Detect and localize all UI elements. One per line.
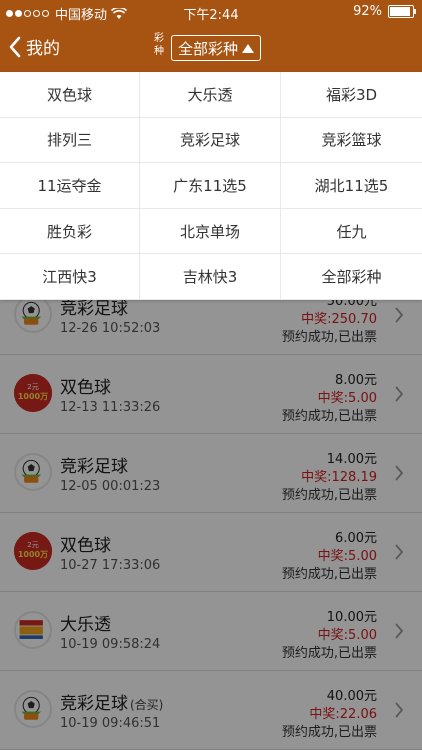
lottery-type-option[interactable]: 双色球 xyxy=(0,72,140,118)
lottery-type-option[interactable]: 江西快3 xyxy=(0,254,140,300)
lottery-type-option[interactable]: 排列三 xyxy=(0,117,140,164)
triangle-up-icon xyxy=(242,43,255,53)
lottery-type-option[interactable]: 竞彩足球 xyxy=(140,117,281,164)
chevron-left-icon xyxy=(9,36,21,57)
back-label: 我的 xyxy=(26,39,60,59)
nav-bar: 我的 彩 种 全部彩种 xyxy=(0,24,422,72)
lottery-type-option[interactable]: 任九 xyxy=(281,209,422,255)
lottery-type-option[interactable]: 大乐透 xyxy=(140,72,281,118)
battery-percent: 92% xyxy=(353,4,382,19)
status-bar: 中国移动 下午2:44 92% xyxy=(0,0,422,24)
lottery-type-option[interactable]: 全部彩种 xyxy=(281,254,422,300)
lottery-type-option[interactable]: 北京单场 xyxy=(140,208,281,255)
lottery-type-label-line2: 种 xyxy=(154,46,164,57)
lottery-type-option[interactable]: 竞彩篮球 xyxy=(281,118,422,164)
lottery-type-option[interactable]: 福彩3D xyxy=(281,72,422,118)
battery-fill xyxy=(390,7,411,16)
lottery-type-option[interactable]: 吉林快3 xyxy=(140,254,281,300)
lottery-type-label: 彩 种 xyxy=(153,32,165,58)
lottery-type-option[interactable]: 11运夺金 xyxy=(0,163,140,209)
dim-overlay[interactable] xyxy=(0,276,422,750)
lottery-type-option[interactable]: 湖北11选5 xyxy=(281,163,422,209)
lottery-type-grid: 双色球 大乐透 福彩3D 排列三 竞彩足球 竞彩篮球 11运夺金 广东11选5 湖北11选5 胜负… xyxy=(0,72,422,300)
back-button[interactable]: 我的 xyxy=(8,34,60,59)
battery-icon xyxy=(388,5,416,18)
lottery-type-option[interactable]: 广东11选5 xyxy=(140,163,281,209)
lottery-type-selected: 全部彩种 xyxy=(178,39,239,58)
lottery-type-dropdown[interactable]: 全部彩种 xyxy=(171,35,262,61)
lottery-type-label-line1: 彩 xyxy=(154,33,164,44)
battery-area: 92% xyxy=(353,4,416,19)
lottery-type-option[interactable]: 胜负彩 xyxy=(0,208,140,255)
